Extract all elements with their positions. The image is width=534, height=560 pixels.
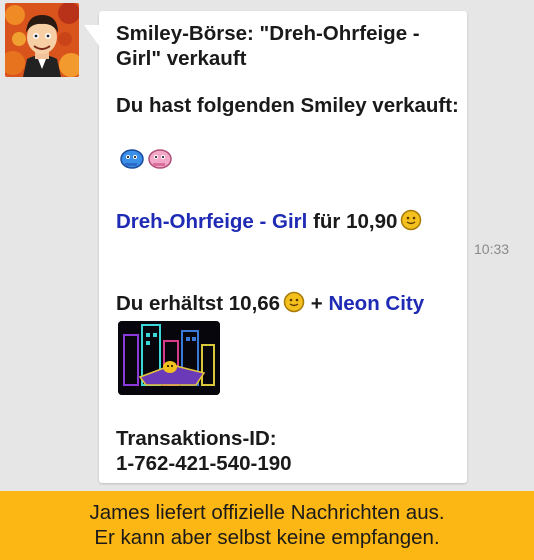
message-timestamp: 10:33: [474, 241, 510, 257]
price-value: 10,90: [346, 210, 398, 233]
banner-line-2: Er kann aber selbst keine empfangen.: [94, 526, 440, 549]
offer-line: Dreh-Ohrfeige - Girl für 10,90: [116, 209, 422, 237]
plus-sign: +: [310, 292, 323, 315]
info-banner: James liefert offizielle Nachrichten aus…: [0, 491, 534, 560]
transaction-id: 1-762-421-540-190: [116, 452, 292, 475]
receive-line: Du erhältst 10,66 + Neon City: [116, 291, 424, 319]
blue-smiley-icon: [120, 149, 144, 169]
sold-text: Du hast folgenden Smiley verkauft:: [116, 94, 459, 117]
pink-smiley-icon: [148, 149, 172, 169]
coin-icon: [400, 209, 422, 237]
message-bubble: Smiley-Börse: "Dreh-Ohrfeige - Girl" ver…: [84, 11, 467, 483]
item-link[interactable]: Neon City: [328, 292, 424, 315]
smiley-link[interactable]: Dreh-Ohrfeige - Girl: [116, 210, 307, 233]
banner-line-1: James liefert offizielle Nachrichten aus…: [89, 501, 445, 524]
for-label: für: [313, 210, 341, 233]
message-title: Smiley-Börse: "Dreh-Ohrfeige - Girl" ver…: [116, 22, 420, 70]
bubble-tail: [84, 25, 100, 47]
neon-city-image[interactable]: [118, 321, 220, 395]
receive-text: Du erhältst 10,66: [116, 292, 281, 315]
sold-smileys: [119, 145, 175, 176]
sender-avatar[interactable]: [5, 3, 79, 77]
transaction-label: Transaktions-ID:: [116, 427, 277, 450]
coin-icon: [283, 291, 305, 319]
